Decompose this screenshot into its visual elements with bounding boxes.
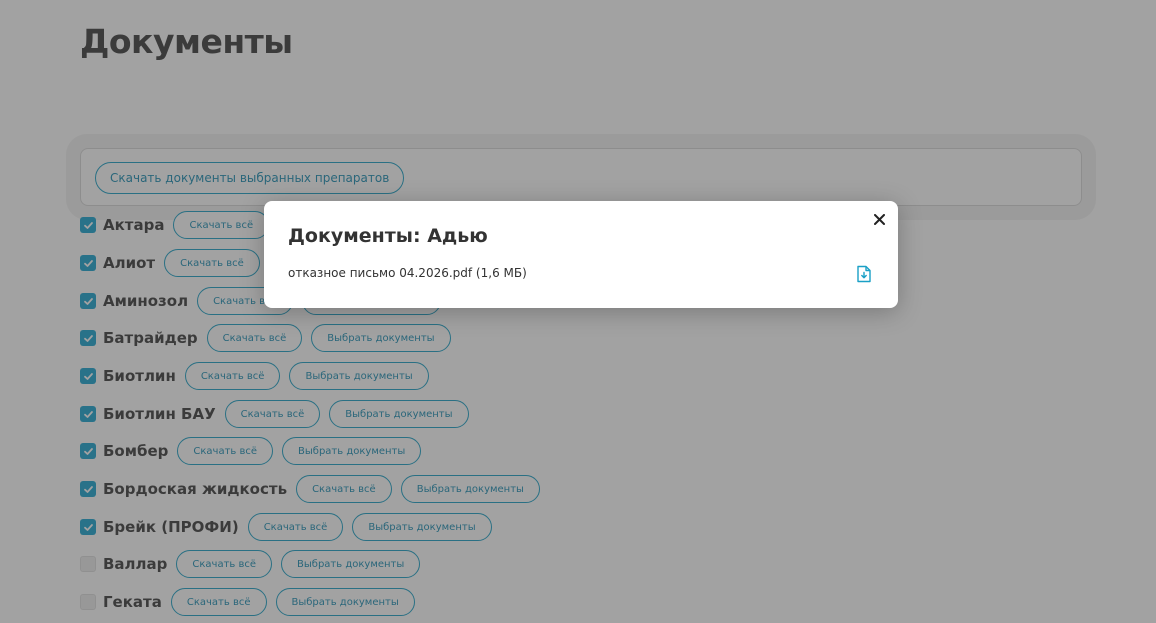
file-download-icon[interactable] [856, 265, 872, 283]
close-icon[interactable] [870, 210, 888, 228]
modal-title: Документы: Адью [288, 225, 488, 247]
modal-overlay[interactable] [0, 0, 1156, 623]
documents-modal: Документы: Адью отказное письмо 04.2026.… [264, 201, 898, 308]
document-file-label[interactable]: отказное письмо 04.2026.pdf (1,6 МБ) [288, 266, 527, 280]
